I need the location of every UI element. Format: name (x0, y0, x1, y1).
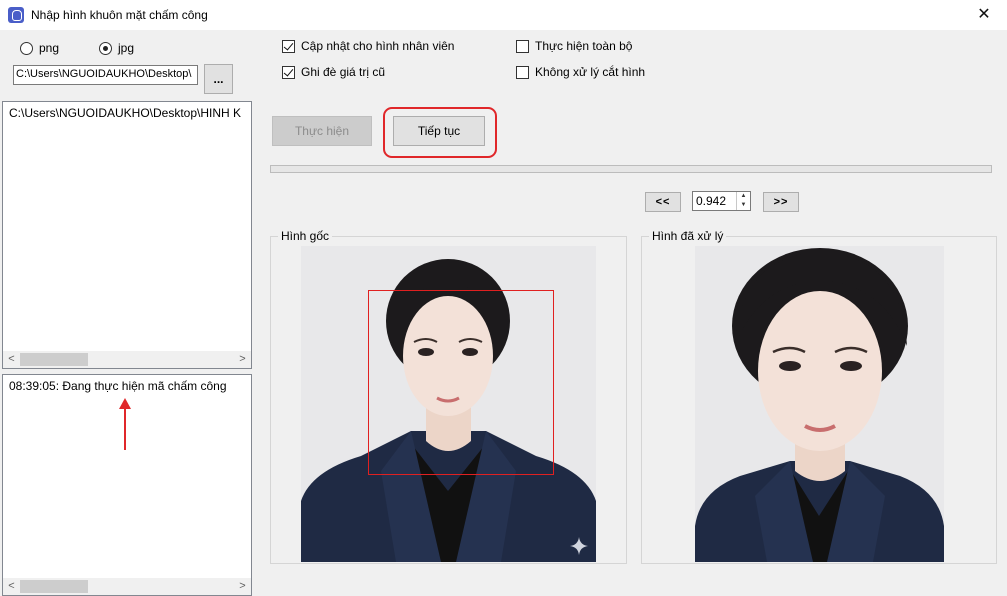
sparkle-icon (570, 537, 588, 555)
log-list-scrollbar[interactable]: < > (3, 578, 251, 595)
checkbox-update-employee-image-box[interactable] (282, 39, 295, 53)
scroll-left-icon[interactable]: < (3, 352, 20, 367)
checkbox-process-all-box[interactable] (516, 39, 529, 53)
annotation-arrow-icon (119, 398, 131, 450)
close-button[interactable]: ✕ (961, 0, 1007, 30)
portrait-cropped-image (695, 246, 944, 562)
file-list-scrollbar[interactable]: < > (3, 351, 251, 368)
window-title: Nhập hình khuôn mặt chấm công (31, 8, 208, 22)
spinner-down-icon[interactable]: ▼ (737, 201, 750, 210)
spinner-arrows[interactable]: ▲ ▼ (736, 192, 750, 210)
scroll-right-icon[interactable]: > (234, 579, 251, 594)
browse-button[interactable]: ... (204, 64, 233, 94)
checkbox-no-crop[interactable]: Không xử lý cắt hình (516, 64, 645, 80)
checkbox-overwrite-old-value-label: Ghi đè giá trị cũ (301, 65, 386, 79)
checkbox-no-crop-box[interactable] (516, 65, 529, 79)
source-path-input[interactable]: C:\Users\NGUOIDAUKHO\Desktop\ (13, 65, 198, 85)
checkbox-update-employee-image-label: Cập nhật cho hình nhân viên (301, 39, 455, 53)
processed-image-label: Hình đã xử lý (649, 229, 727, 243)
checkbox-no-crop-label: Không xử lý cắt hình (535, 65, 646, 79)
file-list[interactable]: C:\Users\NGUOIDAUKHO\Desktop\HINH K < > (2, 101, 252, 369)
threshold-spinner[interactable]: 0.942 ▲ ▼ (692, 191, 751, 211)
scroll-left-icon[interactable]: < (3, 579, 20, 594)
log-line: 08:39:05: Đang thực hiện mã chấm công (9, 379, 227, 393)
progress-bar (270, 165, 992, 173)
original-image-label: Hình gốc (278, 229, 333, 243)
checkbox-update-employee-image[interactable]: Cập nhật cho hình nhân viên (282, 38, 454, 54)
radio-png-indicator[interactable] (20, 41, 33, 55)
checkbox-overwrite-old-value-box[interactable] (282, 65, 295, 79)
scroll-thumb[interactable] (20, 353, 88, 366)
face-scan-icon (8, 7, 24, 23)
checkbox-overwrite-old-value[interactable]: Ghi đè giá trị cũ (282, 64, 385, 80)
scroll-thumb[interactable] (20, 580, 88, 593)
checkbox-process-all-label: Thực hiện toàn bộ (535, 39, 633, 53)
radio-png[interactable]: png (20, 40, 59, 56)
title-bar: Nhập hình khuôn mặt chấm công ✕ (0, 0, 1007, 30)
radio-jpg[interactable]: jpg (99, 40, 134, 56)
annotation-highlight (383, 107, 497, 158)
threshold-value[interactable]: 0.942 (696, 194, 726, 208)
radio-png-label: png (39, 41, 60, 55)
prev-button[interactable]: << (645, 192, 681, 212)
checkbox-process-all[interactable]: Thực hiện toàn bộ (516, 38, 632, 54)
scroll-right-icon[interactable]: > (234, 352, 251, 367)
face-detection-box (368, 290, 554, 475)
radio-jpg-indicator[interactable] (99, 41, 112, 55)
processed-photo (695, 246, 944, 562)
list-item[interactable]: C:\Users\NGUOIDAUKHO\Desktop\HINH K (9, 106, 241, 120)
radio-jpg-label: jpg (118, 41, 135, 55)
spinner-up-icon[interactable]: ▲ (737, 192, 750, 201)
run-button[interactable]: Thực hiện (272, 116, 372, 146)
next-button[interactable]: >> (763, 192, 799, 212)
